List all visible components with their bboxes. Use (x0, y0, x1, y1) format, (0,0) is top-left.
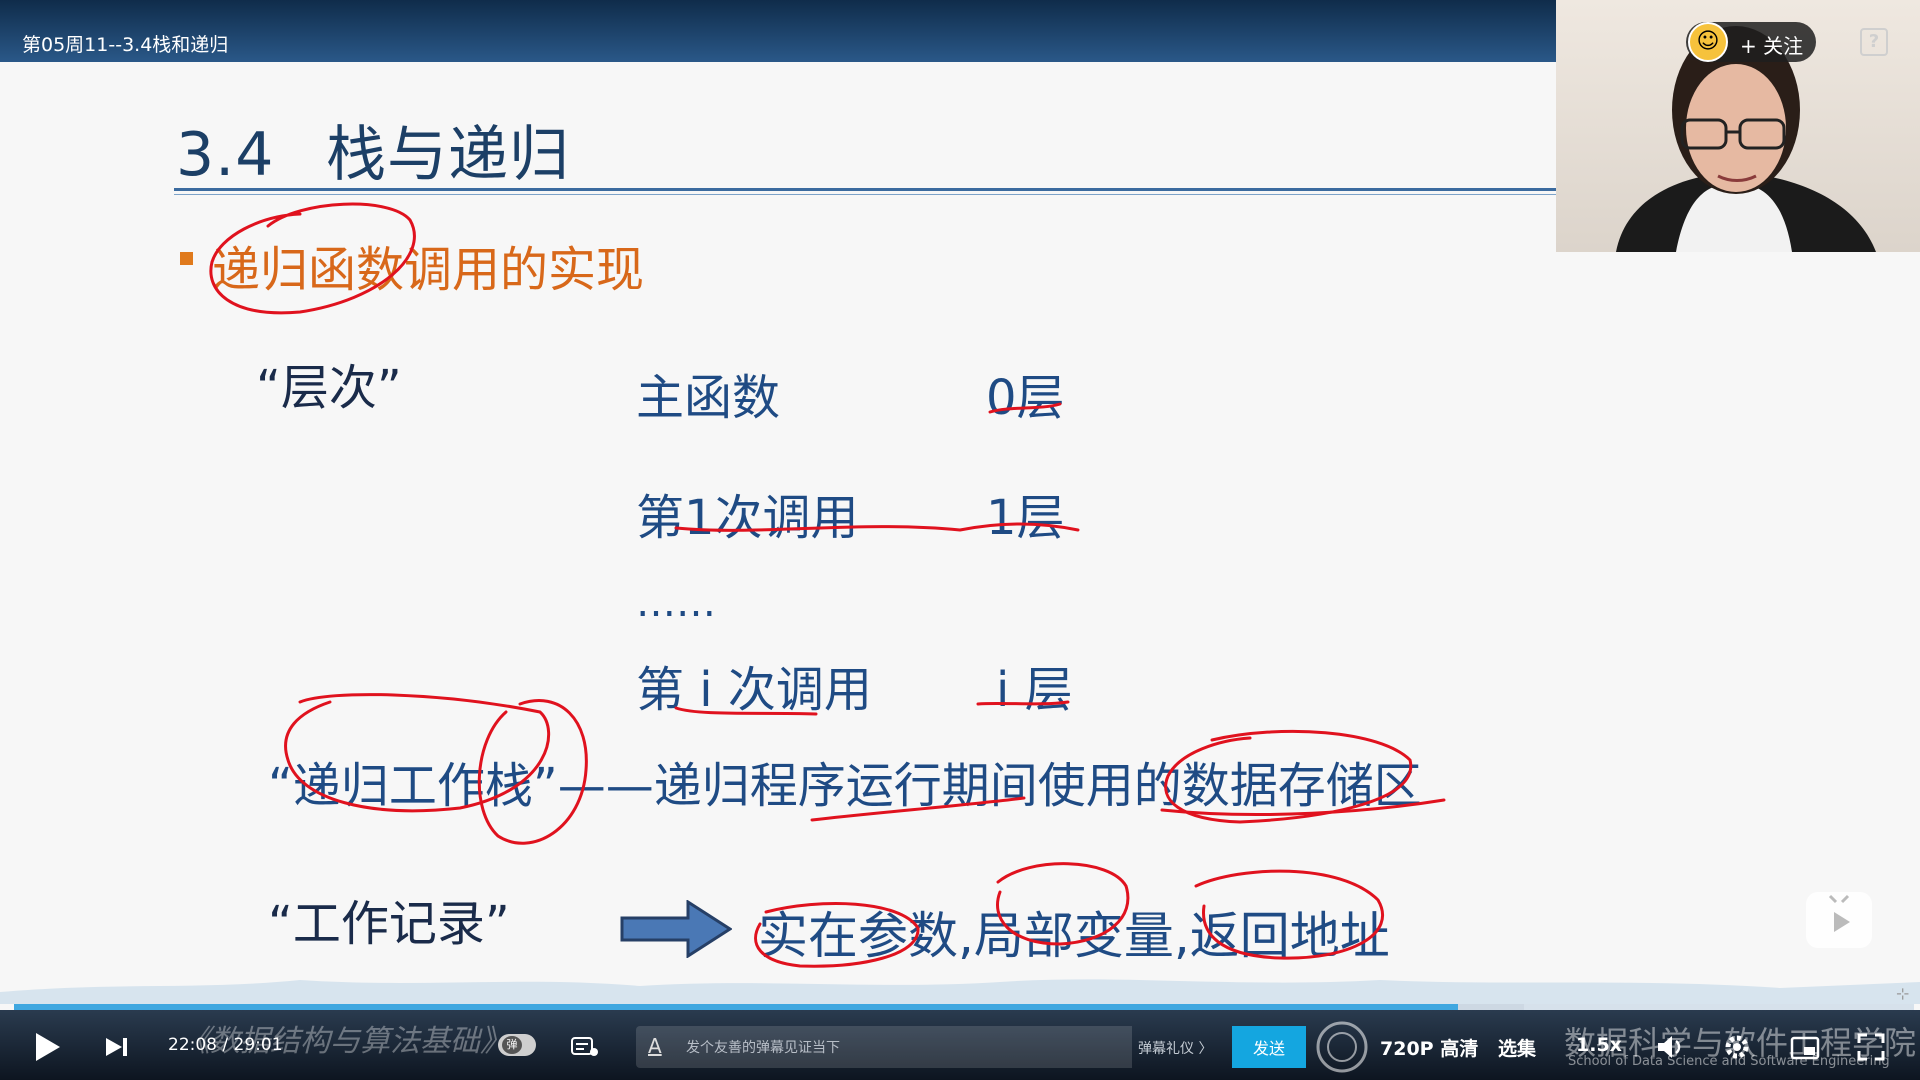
danmaku-input[interactable] (684, 1034, 1108, 1062)
danmaku-toggle-knob[interactable]: 弹 (502, 1036, 522, 1054)
volume-icon[interactable] (1656, 1034, 1686, 1060)
danmaku-etiquette-link[interactable]: 弹幕礼仪 〉 (1138, 1038, 1212, 1058)
ink-circle (1194, 869, 1385, 960)
picture-in-picture-icon[interactable] (1790, 1036, 1820, 1060)
speed-button[interactable]: 1.5x (1576, 1034, 1622, 1056)
ink-underline (674, 522, 1080, 532)
danmaku-style-icon[interactable]: A (648, 1034, 662, 1058)
time-display: 22:08 / 29:01 (168, 1035, 283, 1055)
total-time: 29:01 (233, 1035, 283, 1055)
episodes-button[interactable]: 选集 (1498, 1034, 1536, 1061)
send-button[interactable]: 发送 (1232, 1026, 1306, 1068)
scenery-strip (0, 979, 1920, 1004)
ink-underline (1160, 798, 1446, 817)
ink-underline (976, 700, 1070, 706)
ink-circle (754, 902, 920, 968)
ink-underline (810, 796, 1026, 822)
play-icon[interactable] (32, 1030, 62, 1064)
danmaku-settings-icon[interactable] (570, 1036, 600, 1058)
ink-underline (988, 402, 1062, 414)
settings-gear-icon[interactable] (1722, 1032, 1752, 1062)
ink-circle (996, 862, 1130, 946)
follow-label[interactable]: + 关注 (1740, 30, 1803, 59)
tv-icon[interactable] (1806, 892, 1872, 948)
fullscreen-icon[interactable] (1856, 1032, 1886, 1062)
quality-button[interactable]: 720P 高清 (1380, 1034, 1478, 1061)
ink-underline (674, 706, 818, 716)
uploader-avatar[interactable]: ☺ (1688, 22, 1728, 62)
ink-circle (284, 693, 551, 813)
time-separator: / (222, 1035, 229, 1055)
pin-icon[interactable]: ⊹ (1896, 984, 1909, 1003)
next-icon[interactable] (104, 1036, 130, 1058)
ink-circle (209, 202, 416, 315)
help-icon[interactable]: ? (1860, 28, 1888, 56)
current-time: 22:08 (168, 1035, 217, 1055)
